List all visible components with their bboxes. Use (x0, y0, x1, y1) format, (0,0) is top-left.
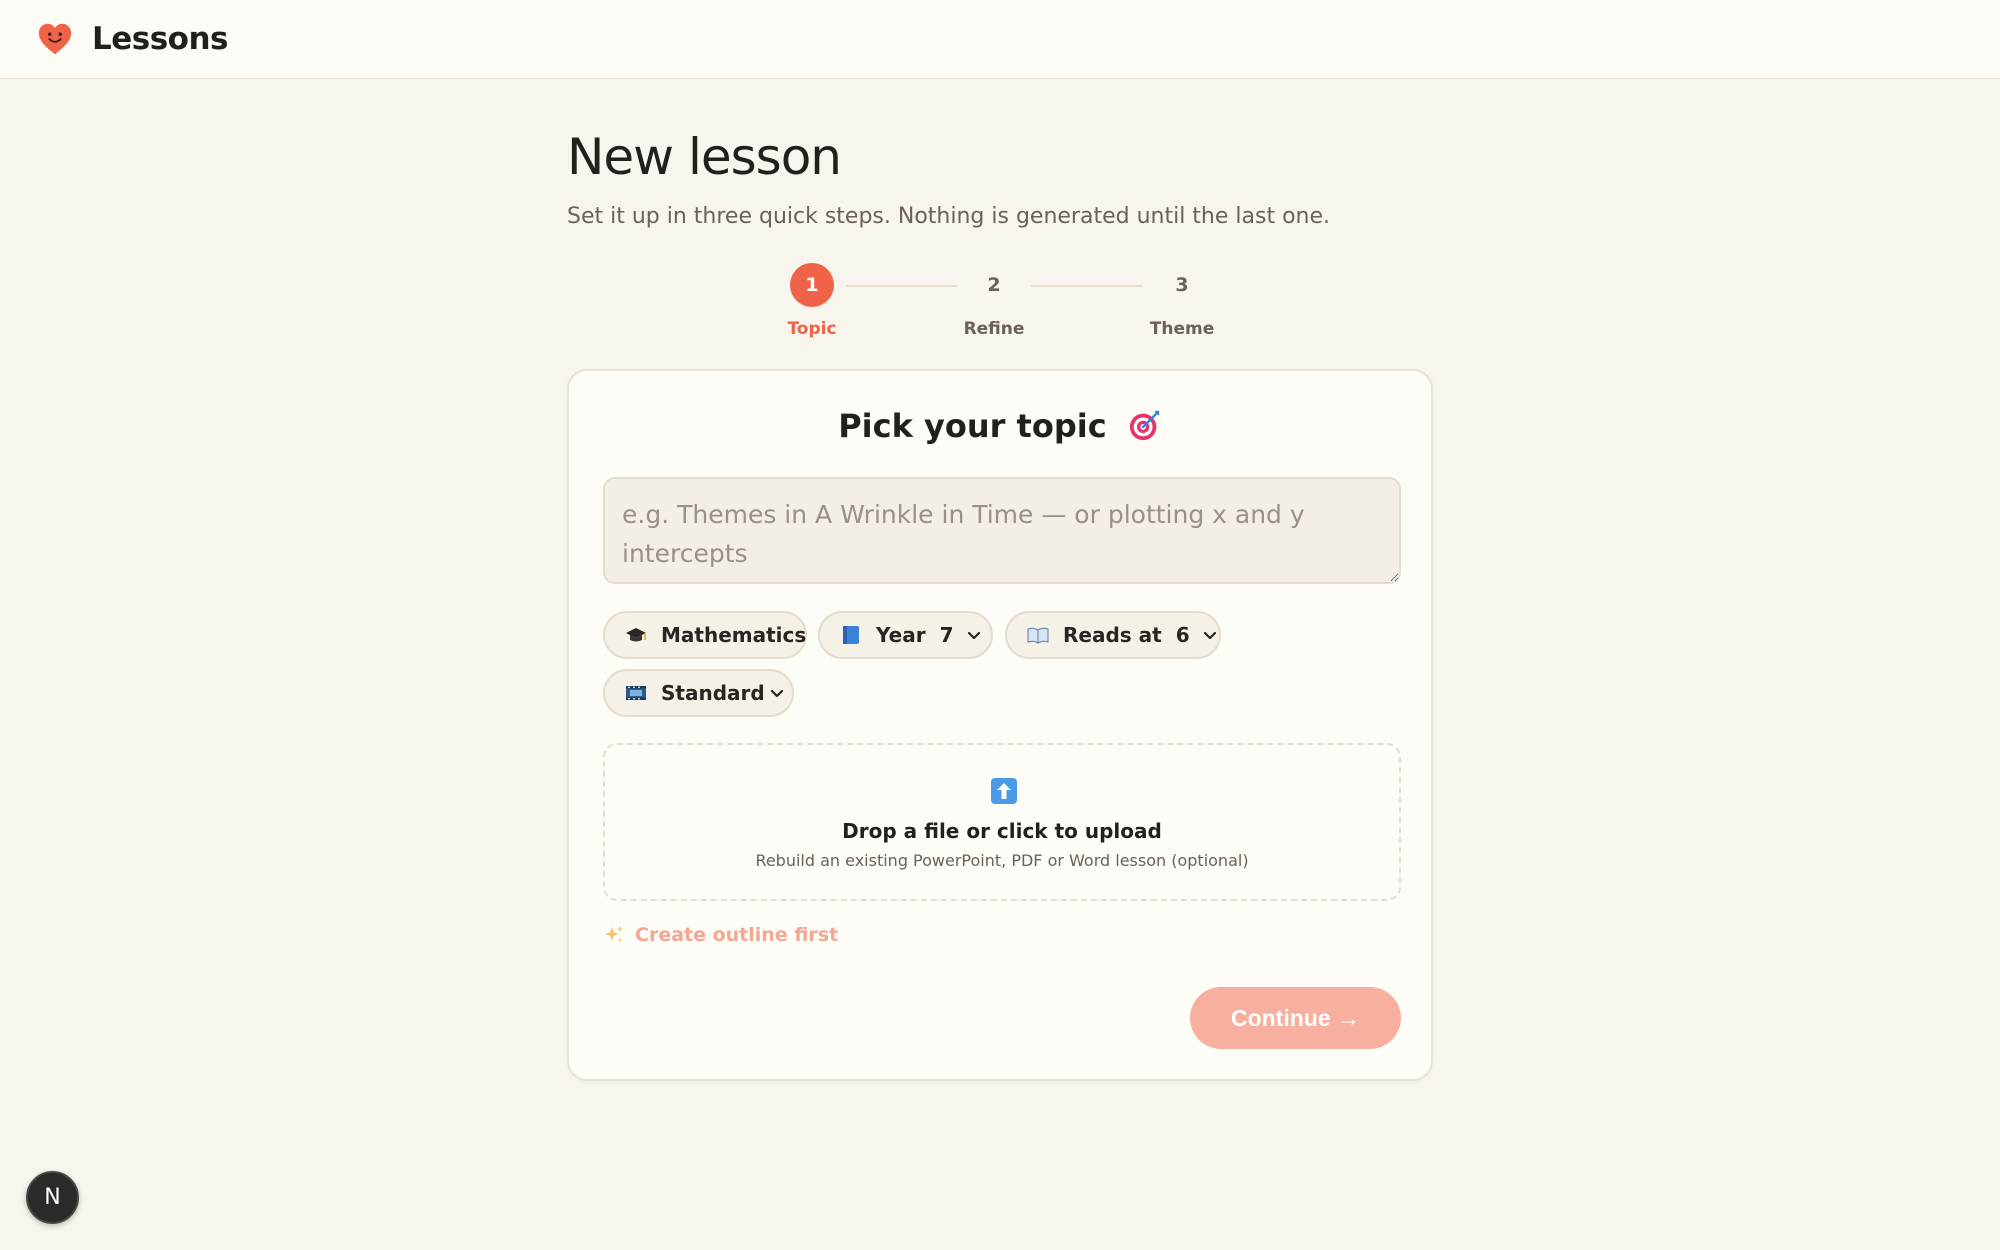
upload-subtitle: Rebuild an existing PowerPoint, PDF or W… (755, 851, 1249, 870)
step-label: Theme (1149, 319, 1215, 339)
top-bar: Lessons (0, 0, 2000, 79)
reads-at-value: 6 (1175, 623, 1190, 647)
graduation-cap-icon (625, 624, 647, 646)
step-topic[interactable]: 1 Topic (752, 263, 872, 339)
film-icon (625, 682, 647, 704)
format-select[interactable]: Standard (603, 669, 794, 717)
dev-badge[interactable]: N (26, 1171, 79, 1224)
upload-title: Drop a file or click to upload (842, 819, 1162, 843)
step-label: Refine (963, 319, 1025, 339)
year-label: Year (876, 623, 926, 647)
upload-dropzone[interactable]: Drop a file or click to upload Rebuild a… (603, 743, 1401, 901)
year-value: 7 (939, 623, 954, 647)
topic-card: Pick your topic Mathematics (567, 369, 1433, 1081)
create-outline-link[interactable]: Create outline first (603, 924, 838, 946)
reads-at-select[interactable]: Reads at 6 (1005, 611, 1221, 659)
subject-label: Mathematics (661, 623, 807, 647)
heart-face-icon[interactable] (36, 20, 74, 58)
card-title: Pick your topic (569, 407, 1431, 445)
sparkles-icon (605, 926, 623, 943)
year-select[interactable]: Year 7 (818, 611, 993, 659)
subject-select[interactable]: Mathematics (603, 611, 807, 659)
step-refine[interactable]: 2 Refine (934, 263, 1054, 339)
reads-at-label: Reads at (1063, 623, 1162, 647)
stepper: 1 Topic 2 Refine 3 Theme (567, 263, 1433, 343)
topic-input[interactable] (603, 477, 1401, 584)
blue-book-icon (840, 624, 862, 646)
page-title: New lesson (567, 128, 842, 186)
card-title-text: Pick your topic (838, 407, 1107, 445)
continue-button[interactable]: Continue → (1190, 987, 1401, 1049)
page-subtitle: Set it up in three quick steps. Nothing … (567, 204, 1331, 229)
target-icon (1129, 410, 1159, 441)
app-title[interactable]: Lessons (92, 21, 229, 57)
upload-arrow-icon (991, 778, 1017, 804)
chevron-down-icon (1203, 631, 1216, 640)
main-content: New lesson Set it up in three quick step… (567, 128, 1433, 1081)
step-number: 3 (1175, 274, 1189, 296)
step-theme[interactable]: 3 Theme (1122, 263, 1242, 339)
chevron-down-icon (967, 631, 980, 640)
chevron-down-icon (770, 689, 783, 698)
step-label: Topic (787, 319, 837, 339)
format-label: Standard (661, 681, 765, 705)
open-book-icon (1027, 624, 1049, 646)
step-number: 2 (987, 274, 1001, 296)
create-outline-label: Create outline first (635, 924, 839, 946)
step-number: 1 (790, 263, 834, 307)
